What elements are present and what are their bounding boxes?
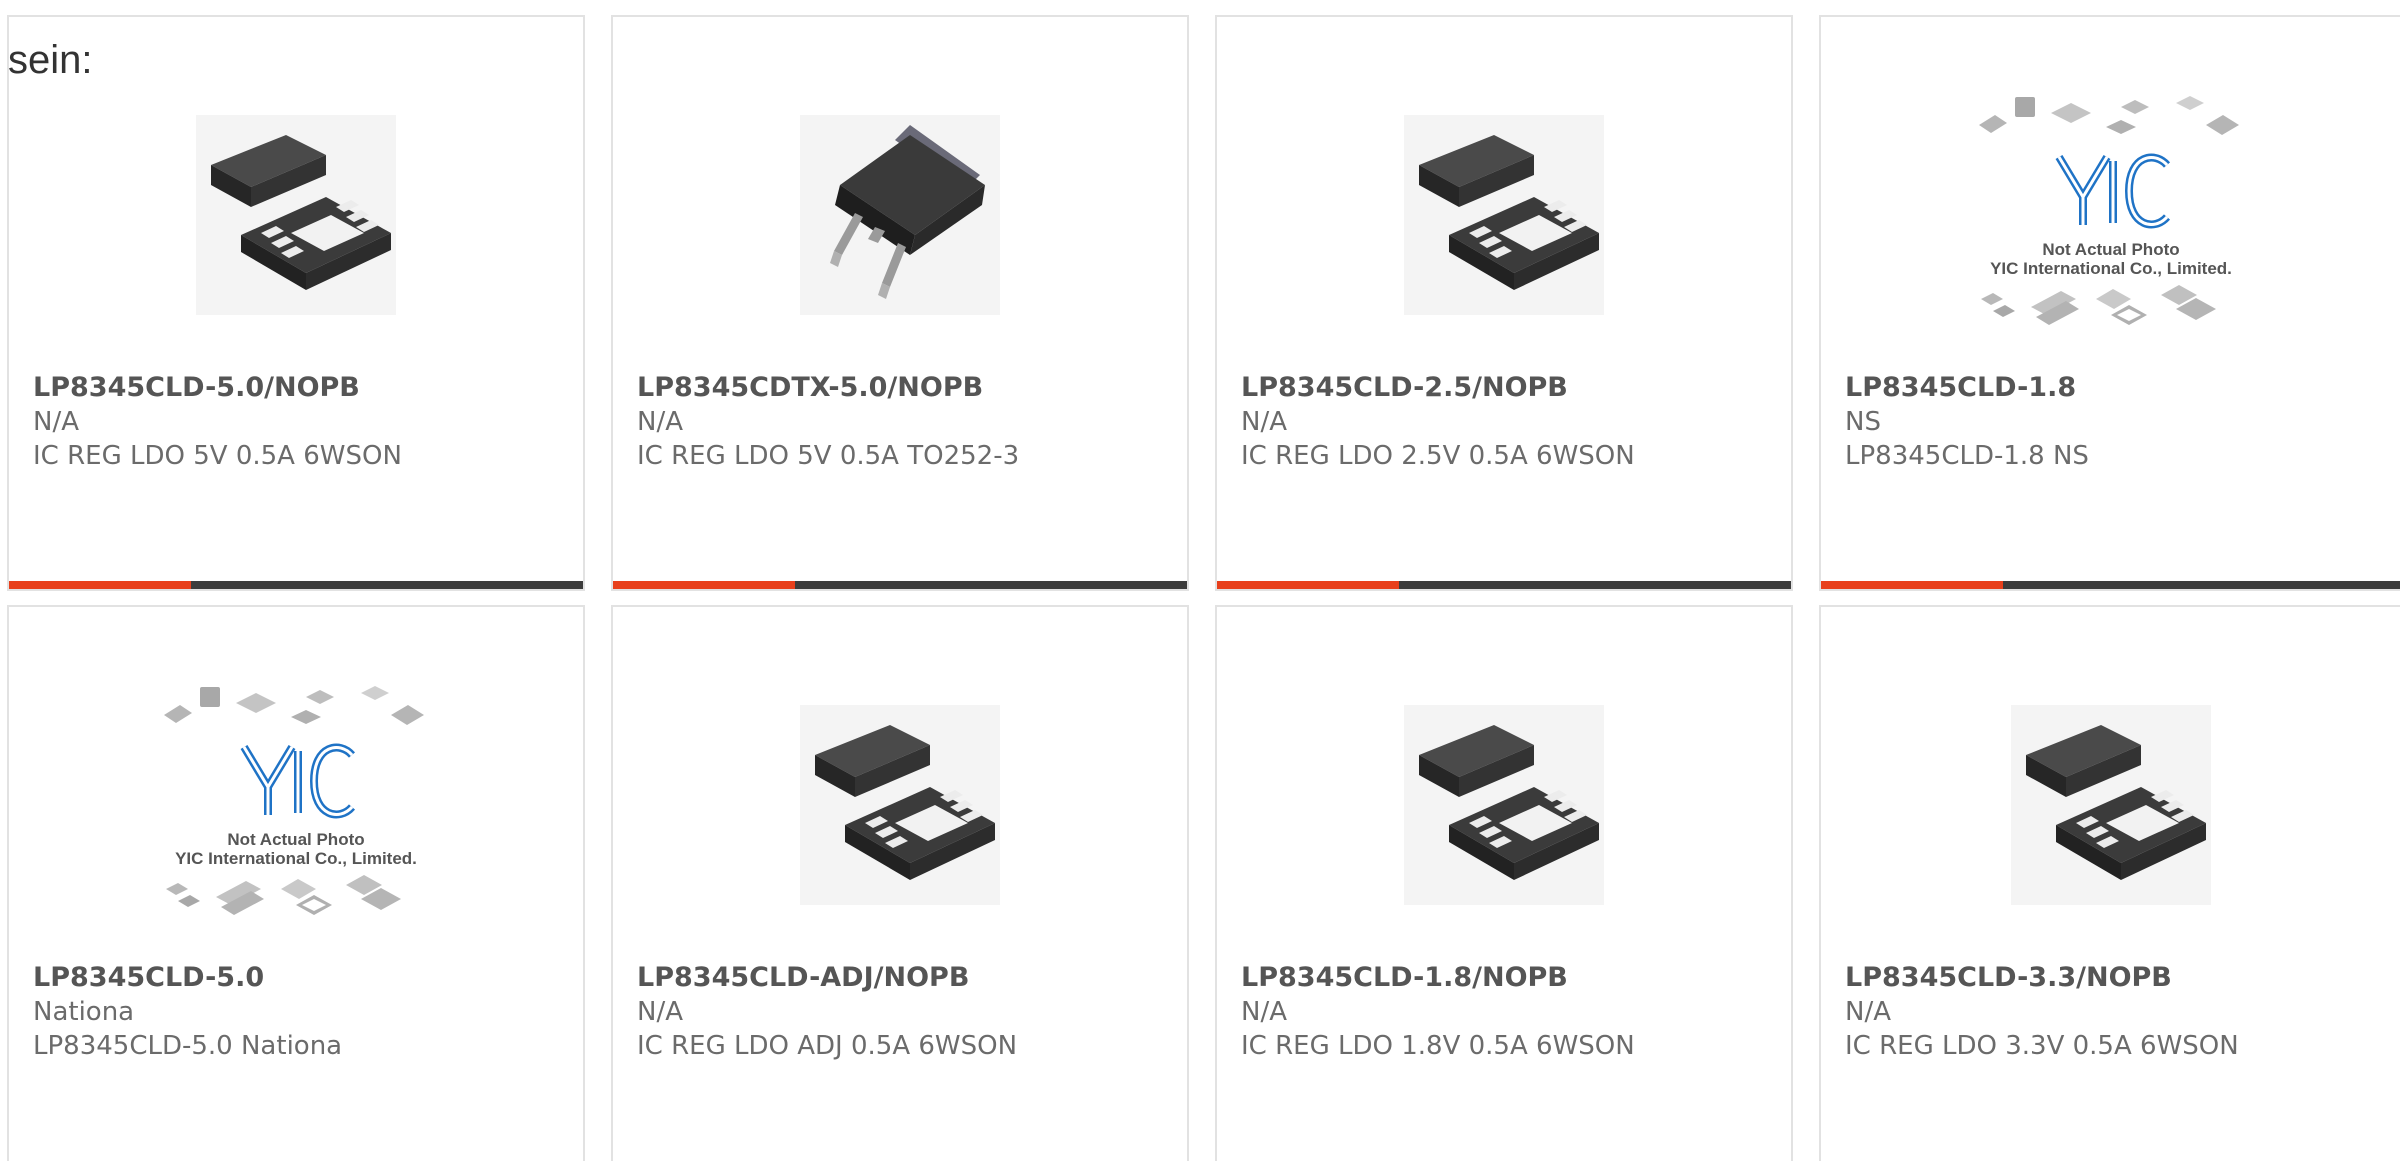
product-card[interactable]: LP8345CDTX-5.0/NOPB N/A IC REG LDO 5V 0.… xyxy=(611,15,1189,591)
product-description: IC REG LDO 2.5V 0.5A 6WSON xyxy=(1241,441,1635,471)
to252-package-icon xyxy=(800,115,1000,315)
product-card[interactable]: LP8345CLD-1.8/NOPB N/A IC REG LDO 1.8V 0… xyxy=(1215,605,1793,1161)
product-image[interactable] xyxy=(613,65,1187,365)
product-description: IC REG LDO 1.8V 0.5A 6WSON xyxy=(1241,1031,1635,1061)
intro-text: sein: xyxy=(8,38,93,82)
product-description: IC REG LDO ADJ 0.5A 6WSON xyxy=(637,1031,1018,1061)
product-title[interactable]: LP8345CLD-5.0 xyxy=(33,961,567,995)
placeholder-line2: YIC International Co., Limited. xyxy=(175,849,417,868)
product-manufacturer: N/A xyxy=(637,407,683,437)
card-bar-accent xyxy=(1217,581,1399,589)
card-bottom-bar xyxy=(1217,581,1791,589)
product-manufacturer: N/A xyxy=(1845,997,1891,1027)
product-image[interactable] xyxy=(1217,65,1791,365)
product-title[interactable]: LP8345CLD-1.8 xyxy=(1845,371,2384,405)
wson-package-icon xyxy=(800,705,1000,905)
yic-placeholder-image: Not Actual Photo YIC International Co., … xyxy=(1970,85,2251,345)
product-image[interactable] xyxy=(9,65,583,365)
product-card[interactable]: LP8345CLD-ADJ/NOPB N/A IC REG LDO ADJ 0.… xyxy=(611,605,1189,1161)
product-description: IC REG LDO 5V 0.5A TO252-3 xyxy=(637,441,1020,471)
product-card[interactable]: LP8345CLD-3.3/NOPB N/A IC REG LDO 3.3V 0… xyxy=(1819,605,2400,1161)
product-info: LP8345CLD-ADJ/NOPB N/A IC REG LDO ADJ 0.… xyxy=(637,961,1171,1063)
product-info: LP8345CLD-1.8/NOPB N/A IC REG LDO 1.8V 0… xyxy=(1241,961,1775,1063)
product-description: LP8345CLD-1.8 NS xyxy=(1845,441,2089,471)
product-title[interactable]: LP8345CLD-5.0/NOPB xyxy=(33,371,567,405)
product-info: LP8345CLD-3.3/NOPB N/A IC REG LDO 3.3V 0… xyxy=(1845,961,2384,1063)
placeholder-line1: Not Actual Photo xyxy=(2042,240,2179,259)
product-info: LP8345CDTX-5.0/NOPB N/A IC REG LDO 5V 0.… xyxy=(637,371,1171,473)
product-title[interactable]: LP8345CLD-1.8/NOPB xyxy=(1241,961,1775,995)
wson-package-icon xyxy=(196,115,396,315)
product-description: LP8345CLD-5.0 Nationa xyxy=(33,1031,343,1061)
card-bottom-bar xyxy=(9,581,583,589)
product-manufacturer: N/A xyxy=(1241,407,1287,437)
product-title[interactable]: LP8345CLD-2.5/NOPB xyxy=(1241,371,1775,405)
product-title[interactable]: LP8345CLD-3.3/NOPB xyxy=(1845,961,2384,995)
product-image[interactable] xyxy=(1217,655,1791,955)
product-manufacturer: Nationa xyxy=(33,997,135,1027)
product-image[interactable]: Not Actual Photo YIC International Co., … xyxy=(1821,65,2400,365)
card-bar-accent xyxy=(613,581,795,589)
product-info: LP8345CLD-5.0/NOPB N/A IC REG LDO 5V 0.5… xyxy=(33,371,567,473)
card-bar-accent xyxy=(1821,581,2003,589)
card-bottom-bar xyxy=(613,581,1187,589)
placeholder-line1: Not Actual Photo xyxy=(227,830,364,849)
product-card[interactable]: Not Actual Photo YIC International Co., … xyxy=(7,605,585,1161)
product-card[interactable]: LP8345CLD-2.5/NOPB N/A IC REG LDO 2.5V 0… xyxy=(1215,15,1793,591)
card-bottom-bar xyxy=(1821,581,2400,589)
wson-package-icon xyxy=(1404,115,1604,315)
yic-placeholder-image: Not Actual Photo YIC International Co., … xyxy=(156,675,436,935)
product-info: LP8345CLD-5.0 Nationa LP8345CLD-5.0 Nati… xyxy=(33,961,567,1063)
product-manufacturer: N/A xyxy=(637,997,683,1027)
wson-package-icon xyxy=(2010,705,2211,905)
product-image[interactable]: Not Actual Photo YIC International Co., … xyxy=(9,655,583,955)
product-manufacturer: NS xyxy=(1845,407,1881,437)
wson-package-icon xyxy=(1404,705,1604,905)
product-card[interactable]: LP8345CLD-5.0/NOPB N/A IC REG LDO 5V 0.5… xyxy=(7,15,585,591)
placeholder-line2: YIC International Co., Limited. xyxy=(1990,259,2232,278)
product-card[interactable]: Not Actual Photo YIC International Co., … xyxy=(1819,15,2400,591)
product-title[interactable]: LP8345CLD-ADJ/NOPB xyxy=(637,961,1171,995)
product-description: IC REG LDO 5V 0.5A 6WSON xyxy=(33,441,402,471)
product-info: LP8345CLD-1.8 NS LP8345CLD-1.8 NS xyxy=(1845,371,2384,473)
product-description: IC REG LDO 3.3V 0.5A 6WSON xyxy=(1845,1031,2239,1061)
product-image[interactable] xyxy=(613,655,1187,955)
card-bar-accent xyxy=(9,581,191,589)
product-image[interactable] xyxy=(1821,655,2400,955)
product-manufacturer: N/A xyxy=(33,407,79,437)
product-grid-page: sein: LP8345CLD-5.0/NOPB N/A IC REG LDO … xyxy=(0,0,2400,1161)
product-info: LP8345CLD-2.5/NOPB N/A IC REG LDO 2.5V 0… xyxy=(1241,371,1775,473)
product-manufacturer: N/A xyxy=(1241,997,1287,1027)
product-title[interactable]: LP8345CDTX-5.0/NOPB xyxy=(637,371,1171,405)
